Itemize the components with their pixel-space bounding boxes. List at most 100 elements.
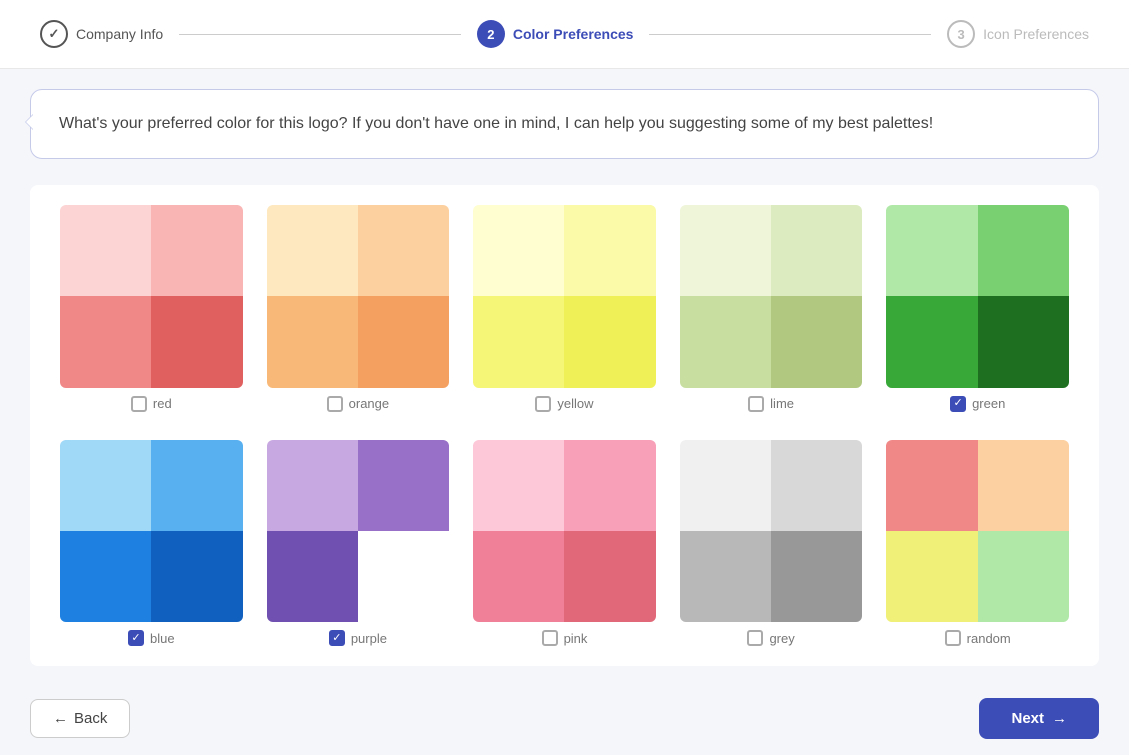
palette-cell-red-1-1 bbox=[151, 296, 242, 387]
palette-cell-lime-1-1 bbox=[771, 296, 862, 387]
color-checkbox-orange[interactable] bbox=[327, 396, 343, 412]
palette-cell-yellow-1-1 bbox=[564, 296, 655, 387]
step-3-circle: 3 bbox=[947, 20, 975, 48]
palette-cell-lime-0-0 bbox=[680, 205, 771, 296]
bottom-nav: ← Back Next → bbox=[0, 682, 1129, 755]
palette-purple bbox=[267, 440, 450, 623]
palette-cell-random-1-1 bbox=[978, 531, 1069, 622]
back-arrow-icon: ← bbox=[53, 710, 68, 727]
color-checkbox-yellow[interactable] bbox=[535, 396, 551, 412]
color-item-green[interactable]: green bbox=[886, 205, 1069, 412]
color-checkbox-purple[interactable] bbox=[329, 630, 345, 646]
chat-bubble: What's your preferred color for this log… bbox=[30, 89, 1099, 159]
palette-cell-blue-0-0 bbox=[60, 440, 151, 531]
step-1: ✓ Company Info bbox=[40, 20, 163, 48]
color-label-row-pink: pink bbox=[542, 630, 588, 646]
palette-cell-green-0-0 bbox=[886, 205, 977, 296]
palette-lime bbox=[680, 205, 863, 388]
color-checkbox-blue[interactable] bbox=[128, 630, 144, 646]
next-arrow-icon: → bbox=[1052, 710, 1067, 727]
palette-cell-blue-1-1 bbox=[151, 531, 242, 622]
palette-random bbox=[886, 440, 1069, 623]
colors-container: red orange yellow lime green blue purple pink gr… bbox=[30, 185, 1099, 666]
step-line-2 bbox=[649, 34, 931, 35]
palette-cell-yellow-1-0 bbox=[473, 296, 564, 387]
color-item-yellow[interactable]: yellow bbox=[473, 205, 656, 412]
palette-cell-random-0-0 bbox=[886, 440, 977, 531]
color-name-pink: pink bbox=[564, 631, 588, 646]
color-item-lime[interactable]: lime bbox=[680, 205, 863, 412]
back-label: Back bbox=[74, 710, 107, 727]
palette-yellow bbox=[473, 205, 656, 388]
step-2: 2 Color Preferences bbox=[477, 20, 634, 48]
color-label-row-orange: orange bbox=[327, 396, 389, 412]
color-name-purple: purple bbox=[351, 631, 387, 646]
palette-orange bbox=[267, 205, 450, 388]
color-item-random[interactable]: random bbox=[886, 440, 1069, 647]
palette-cell-lime-0-1 bbox=[771, 205, 862, 296]
color-name-lime: lime bbox=[770, 396, 794, 411]
palette-cell-lime-1-0 bbox=[680, 296, 771, 387]
chat-message: What's your preferred color for this log… bbox=[59, 115, 933, 132]
palette-cell-orange-1-1 bbox=[358, 296, 449, 387]
palette-cell-purple-0-0 bbox=[267, 440, 358, 531]
palette-cell-orange-0-0 bbox=[267, 205, 358, 296]
stepper: ✓ Company Info 2 Color Preferences 3 Ico… bbox=[0, 0, 1129, 69]
palette-cell-yellow-0-1 bbox=[564, 205, 655, 296]
color-name-random: random bbox=[967, 631, 1011, 646]
color-label-row-blue: blue bbox=[128, 630, 175, 646]
color-checkbox-random[interactable] bbox=[945, 630, 961, 646]
palette-cell-orange-0-1 bbox=[358, 205, 449, 296]
color-checkbox-lime[interactable] bbox=[748, 396, 764, 412]
back-button[interactable]: ← Back bbox=[30, 699, 130, 738]
palette-pink bbox=[473, 440, 656, 623]
color-label-row-grey: grey bbox=[747, 630, 794, 646]
color-item-blue[interactable]: blue bbox=[60, 440, 243, 647]
palette-cell-grey-0-0 bbox=[680, 440, 771, 531]
color-item-purple[interactable]: purple bbox=[267, 440, 450, 647]
color-item-pink[interactable]: pink bbox=[473, 440, 656, 647]
step-1-circle: ✓ bbox=[40, 20, 68, 48]
color-checkbox-green[interactable] bbox=[950, 396, 966, 412]
color-name-yellow: yellow bbox=[557, 396, 593, 411]
palette-cell-purple-0-1 bbox=[358, 440, 449, 531]
palette-cell-blue-0-1 bbox=[151, 440, 242, 531]
color-label-row-red: red bbox=[131, 396, 172, 412]
color-name-orange: orange bbox=[349, 396, 389, 411]
palette-grey bbox=[680, 440, 863, 623]
palette-cell-pink-1-1 bbox=[564, 531, 655, 622]
color-label-row-purple: purple bbox=[329, 630, 387, 646]
color-checkbox-grey[interactable] bbox=[747, 630, 763, 646]
palette-cell-green-1-0 bbox=[886, 296, 977, 387]
palette-cell-purple-1-1 bbox=[358, 531, 449, 622]
color-item-red[interactable]: red bbox=[60, 205, 243, 412]
palette-cell-grey-1-0 bbox=[680, 531, 771, 622]
palette-cell-pink-0-1 bbox=[564, 440, 655, 531]
palette-cell-pink-0-0 bbox=[473, 440, 564, 531]
step-2-circle: 2 bbox=[477, 20, 505, 48]
color-item-orange[interactable]: orange bbox=[267, 205, 450, 412]
next-button[interactable]: Next → bbox=[979, 698, 1099, 739]
palette-cell-purple-1-0 bbox=[267, 531, 358, 622]
palette-red bbox=[60, 205, 243, 388]
color-label-row-green: green bbox=[950, 396, 1005, 412]
step-3-label: Icon Preferences bbox=[983, 26, 1089, 42]
palette-cell-grey-0-1 bbox=[771, 440, 862, 531]
color-label-row-random: random bbox=[945, 630, 1011, 646]
color-item-grey[interactable]: grey bbox=[680, 440, 863, 647]
color-grid: red orange yellow lime green blue purple pink gr… bbox=[60, 205, 1069, 646]
palette-cell-red-0-1 bbox=[151, 205, 242, 296]
color-checkbox-pink[interactable] bbox=[542, 630, 558, 646]
step-2-label: Color Preferences bbox=[513, 26, 634, 42]
palette-cell-orange-1-0 bbox=[267, 296, 358, 387]
color-name-red: red bbox=[153, 396, 172, 411]
palette-cell-random-1-0 bbox=[886, 531, 977, 622]
palette-blue bbox=[60, 440, 243, 623]
color-label-row-yellow: yellow bbox=[535, 396, 593, 412]
color-checkbox-red[interactable] bbox=[131, 396, 147, 412]
step-line-1 bbox=[179, 34, 461, 35]
palette-cell-grey-1-1 bbox=[771, 531, 862, 622]
palette-green bbox=[886, 205, 1069, 388]
palette-cell-yellow-0-0 bbox=[473, 205, 564, 296]
color-name-blue: blue bbox=[150, 631, 175, 646]
